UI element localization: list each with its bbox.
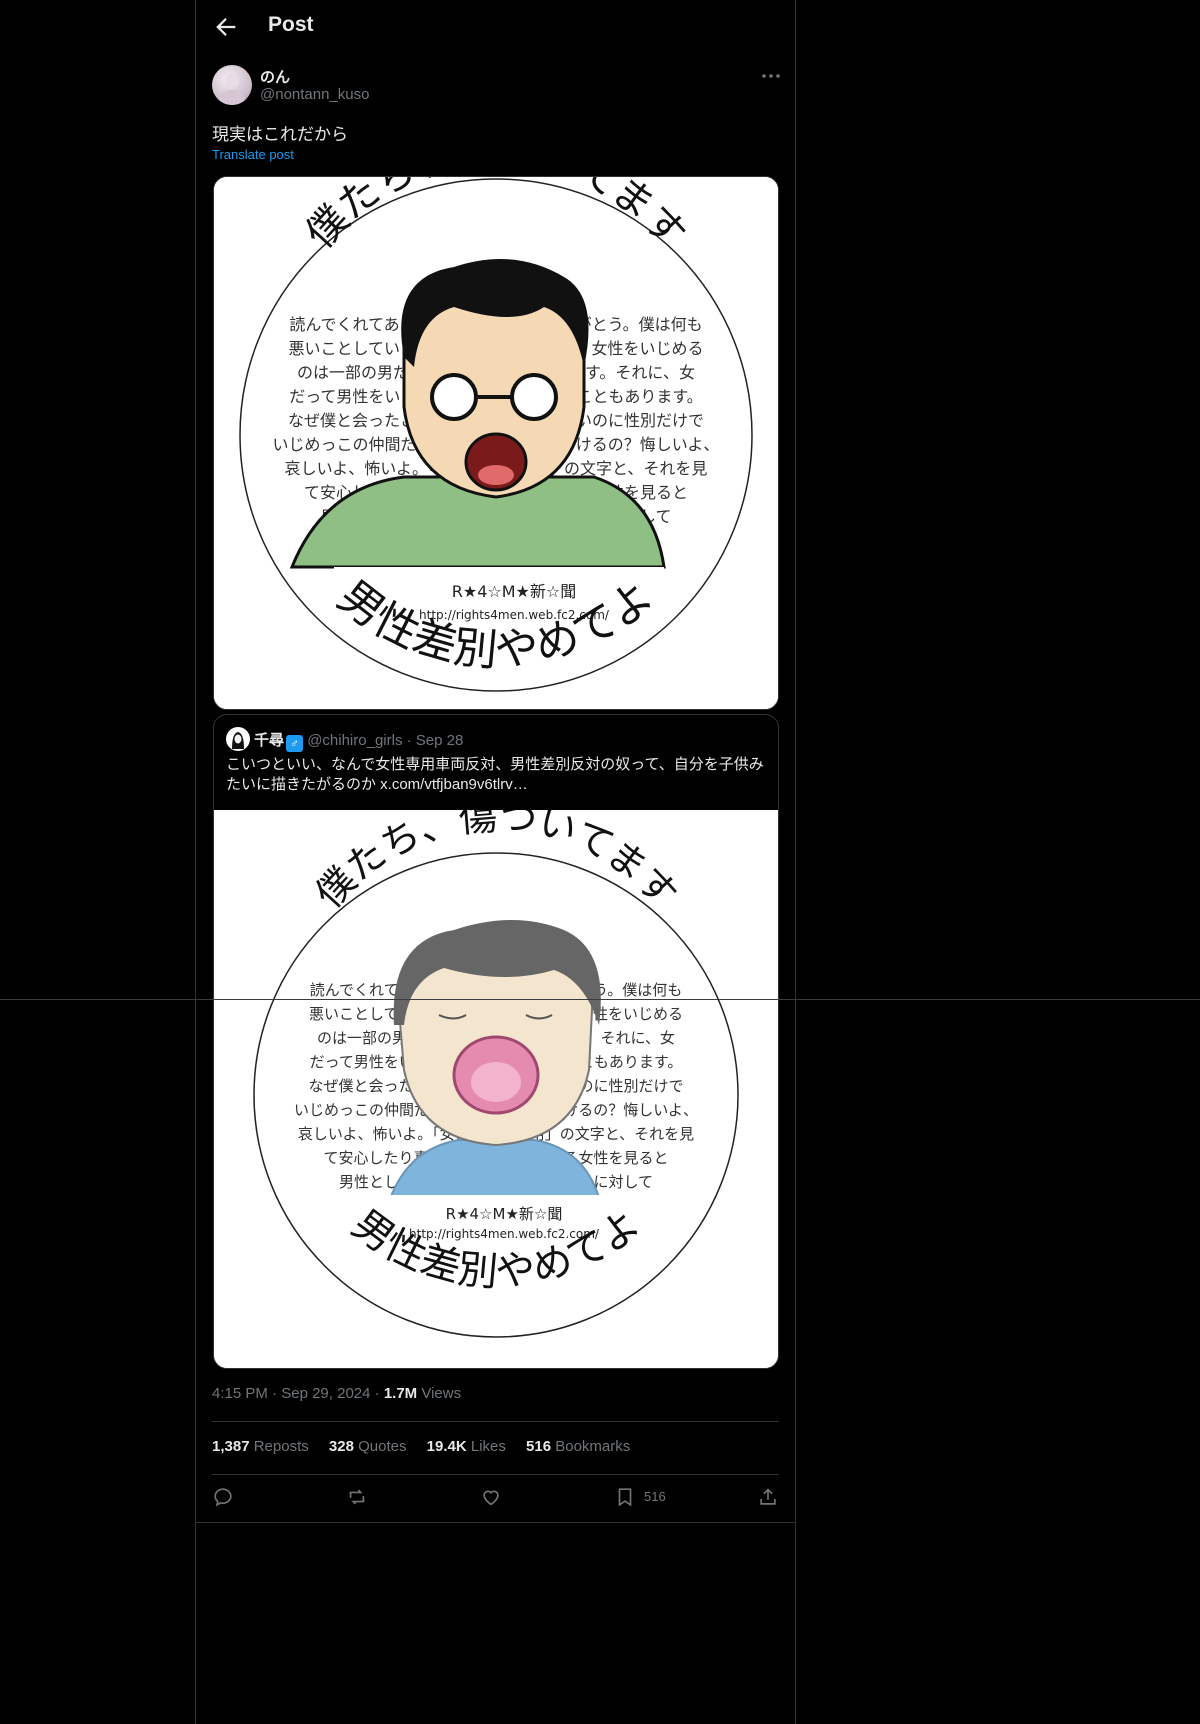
views-label: Views [417,1385,462,1402]
male-emoji-icon: ♂ [286,735,304,752]
quoted-avatar[interactable] [226,727,250,751]
share-icon[interactable] [757,1486,779,1508]
quoted-image[interactable]: 僕たち、傷ついてます 読んでくれてあ りがとう。僕は何も 悪いことしていませ ん。… [214,810,778,1368]
engagement-stats: 1,387 Reposts 328 Quotes 19.4K Likes 516… [212,1438,646,1455]
reply-icon[interactable] [212,1486,234,1508]
action-bar: 516 [212,1486,779,1510]
quoted-post[interactable]: 千尋 ♂ @chihiro_girls · Sep 28 こいつといい、なんで女性… [213,714,779,1369]
quoted-date[interactable]: Sep 28 [416,732,464,749]
separator: · [267,1385,282,1402]
brand-text: R★4☆M★新☆聞 [452,582,576,601]
author-handle[interactable]: @nontann_kuso [260,86,369,103]
quoted-handle[interactable]: @chihiro_girls [307,732,402,749]
translate-link[interactable]: Translate post [212,147,294,162]
post-text: 現実はこれだから [212,125,348,144]
avatar[interactable] [212,65,252,105]
divider [196,1522,795,1523]
main-column: Post のん @nontann_kuso 現実はこれだから Translate… [195,0,796,1724]
reposts-stat[interactable]: 1,387 Reposts [212,1438,309,1455]
overlay-line [0,999,1200,1000]
quoted-text: こいつといい、なんで女性専用車両反対、男性差別反対の奴って、自分を子供みたいに描… [226,756,764,793]
back-arrow-icon[interactable] [212,13,240,41]
post-time[interactable]: 4:15 PM [212,1385,268,1402]
more-icon[interactable] [759,64,783,88]
like-icon[interactable] [480,1486,502,1508]
divider [212,1474,779,1475]
post-image[interactable]: 僕たち、傷ついてます 読んでくれてあ りがとう。僕は何も悪いことしていませ ん。… [213,176,779,710]
brand-text: R★4☆M★新☆聞 [446,1205,563,1223]
quoted-author-name[interactable]: 千尋 [254,732,284,749]
crying-child-illustration [382,920,606,1221]
bookmark-count: 516 [644,1489,666,1504]
divider [212,1421,779,1422]
bookmark-icon[interactable] [614,1486,636,1508]
post-meta: 4:15 PM · Sep 29, 2024 · 1.7M Views [212,1385,461,1402]
views-count: 1.7M [383,1385,418,1402]
post-date[interactable]: Sep 29, 2024 [281,1385,370,1402]
bookmarks-stat[interactable]: 516 Bookmarks [526,1438,630,1455]
page-title: Post [268,13,314,36]
likes-stat[interactable]: 19.4K Likes [427,1438,506,1455]
quotes-stat[interactable]: 328 Quotes [329,1438,407,1455]
repost-icon[interactable] [346,1486,368,1508]
author-name[interactable]: のん [260,66,290,87]
separator: · [402,732,416,749]
header: Post [196,0,795,53]
separator: · [370,1385,384,1402]
quoted-header: 千尋 ♂ @chihiro_girls · Sep 28 [254,729,463,752]
